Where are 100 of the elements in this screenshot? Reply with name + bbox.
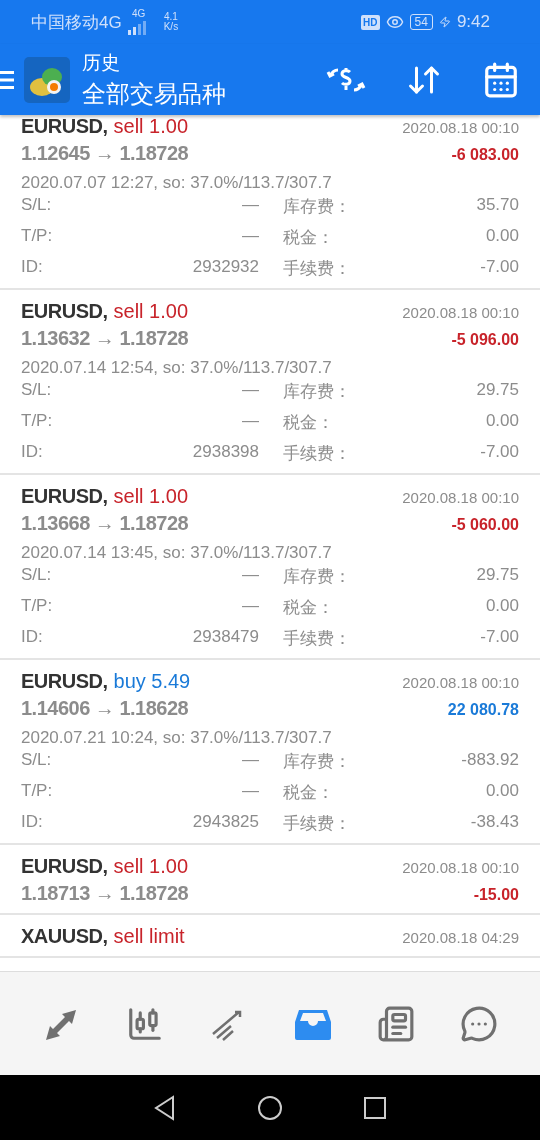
close-time: 2020.08.18 00:10 xyxy=(402,674,519,691)
detail-label: 库存费： xyxy=(283,751,351,773)
symbol-filter[interactable]: 全部交易品种 xyxy=(82,77,226,110)
chat-icon xyxy=(459,1004,498,1043)
detail-value: -883.92 xyxy=(461,750,519,771)
detail-value: 0.00 xyxy=(485,781,519,802)
detail-value: 2938398 xyxy=(192,442,259,463)
charging-icon xyxy=(438,16,451,28)
close-time: 2020.08.18 00:10 xyxy=(402,119,519,136)
detail-label: S/L: xyxy=(21,380,52,401)
detail-value: -7.00 xyxy=(480,257,519,278)
open-info: 2020.07.14 13:45, so: 37.0%/113.7/307.7 xyxy=(21,543,333,563)
detail-label: 手续费： xyxy=(283,258,351,280)
symbol-text: EURUSD, xyxy=(21,855,108,877)
detail-label: 库存费： xyxy=(283,381,351,403)
deal-type: sell 1.00 xyxy=(113,485,188,507)
detail-value: — xyxy=(242,195,259,216)
open-info: 2020.07.07 12:27, so: 37.0%/113.7/307.7 xyxy=(21,173,333,193)
detail-value: -7.00 xyxy=(480,442,519,463)
detail-value: 29.75 xyxy=(476,380,519,401)
newspaper-icon xyxy=(377,1004,416,1043)
detail-value: — xyxy=(242,750,259,771)
detail-label: ID: xyxy=(21,812,43,833)
detail-value: 0.00 xyxy=(485,411,519,432)
deal-type: sell 1.00 xyxy=(113,855,188,877)
close-time: 2020.08.18 00:10 xyxy=(402,859,519,876)
home-icon[interactable] xyxy=(257,1094,283,1121)
detail-label: 税金： xyxy=(283,597,334,619)
price-range: 1.18713 → 1.18728 xyxy=(21,882,189,905)
detail-value: — xyxy=(242,596,259,617)
detail-value: — xyxy=(242,565,259,586)
profit-value: -5 096.00 xyxy=(451,331,519,349)
detail-value: -38.43 xyxy=(470,812,519,833)
detail-value: — xyxy=(242,411,259,432)
profit-value: -15.00 xyxy=(473,886,519,904)
deal-card[interactable]: EURUSD, sell 1.00 2020.08.18 00:10 1.13668 → 1.18728 -5 060.00 2020.07.14 13:45, so: 37.0%/113.7/307.7 S/L: — 库存费： 29.75 T/P: — 税金： 0.00 ID: 2938479 手续费： -7.00 xyxy=(0,475,540,660)
open-info: 2020.07.21 10:24, so: 37.0%/113.7/307.7 xyxy=(21,728,333,748)
detail-label: T/P: xyxy=(21,226,53,247)
detail-label: T/P: xyxy=(21,596,53,617)
detail-value: — xyxy=(242,781,259,802)
logo-icon xyxy=(24,56,70,103)
detail-value: 0.00 xyxy=(485,596,519,617)
symbol-text: XAUUSD, xyxy=(21,925,108,947)
battery-level: 54 xyxy=(409,14,433,30)
detail-value: 2943825 xyxy=(192,812,259,833)
close-time: 2020.08.18 00:10 xyxy=(402,489,519,506)
price-range: 1.12645 → 1.18728 xyxy=(21,142,189,165)
detail-label: ID: xyxy=(21,257,43,278)
carrier-text: 中国移动4G xyxy=(31,11,122,34)
detail-label: S/L: xyxy=(21,195,52,216)
close-time: 2020.08.18 04:29 xyxy=(402,929,519,946)
symbol-text: EURUSD, xyxy=(21,670,108,692)
profit-value: 22 080.78 xyxy=(447,701,519,719)
deal-type: sell limit xyxy=(113,925,185,947)
screen-title: 历史 xyxy=(82,50,121,75)
open-info: 2020.07.14 12:54, so: 37.0%/113.7/307.7 xyxy=(21,358,333,378)
detail-value: 35.70 xyxy=(476,195,519,216)
calendar-icon[interactable] xyxy=(482,60,520,99)
detail-label: 库存费： xyxy=(283,196,351,218)
detail-label: S/L: xyxy=(21,750,52,771)
detail-label: 手续费： xyxy=(283,628,351,650)
detail-label: ID: xyxy=(21,627,43,648)
detail-value: — xyxy=(242,226,259,247)
deal-type: buy 5.49 xyxy=(113,670,191,692)
detail-value: — xyxy=(242,380,259,401)
profit-value: -6 083.00 xyxy=(451,146,519,164)
symbol-text: EURUSD, xyxy=(21,115,108,137)
close-time: 2020.08.18 00:10 xyxy=(402,304,519,321)
detail-label: ID: xyxy=(21,442,43,463)
price-range: 1.13668 → 1.18728 xyxy=(21,512,189,535)
deal-card[interactable]: XAUUSD, sell limit 2020.08.18 04:29 xyxy=(0,915,540,958)
symbol-text: EURUSD, xyxy=(21,485,108,507)
deal-card[interactable]: EURUSD, buy 5.49 2020.08.18 00:10 1.14606 → 1.18628 22 080.78 2020.07.21 10:24, so: 37.0%/113.7/307.7 S/L: — 库存费： -883.92 T/P: — 税金： 0.00 ID: 2943825 手续费： -38.43 xyxy=(0,660,540,845)
back-icon[interactable] xyxy=(153,1094,177,1121)
detail-value: 0.00 xyxy=(485,226,519,247)
detail-value: -7.00 xyxy=(480,627,519,648)
deal-card[interactable]: EURUSD, sell 1.00 2020.08.18 00:10 1.18713 → 1.18728 -15.00 xyxy=(0,845,540,915)
detail-value: 2938479 xyxy=(192,627,259,648)
detail-value: 29.75 xyxy=(476,565,519,586)
detail-label: 税金： xyxy=(283,782,334,804)
detail-label: 手续费： xyxy=(283,443,351,465)
deal-type: sell 1.00 xyxy=(113,115,188,137)
speed-unit-text: K/s xyxy=(163,22,179,32)
detail-label: T/P: xyxy=(21,781,53,802)
price-range: 1.14606 → 1.18628 xyxy=(21,697,189,720)
detail-value: 2932932 xyxy=(192,257,259,278)
eye-icon xyxy=(385,13,404,31)
network-text: 4G xyxy=(132,9,146,19)
detail-label: T/P: xyxy=(21,411,53,432)
detail-label: 税金： xyxy=(283,412,334,434)
deal-type: sell 1.00 xyxy=(113,300,188,322)
detail-label: S/L: xyxy=(21,565,52,586)
symbol-text: EURUSD, xyxy=(21,300,108,322)
recents-icon[interactable] xyxy=(363,1095,387,1120)
speed-text: 4.1 xyxy=(163,12,178,22)
deal-card[interactable]: EURUSD, sell 1.00 2020.08.18 00:10 1.12645 → 1.18728 -6 083.00 2020.07.07 12:27, so: 37.0%/113.7/307.7 S/L: — 库存费： 35.70 T/P: — 税金： 0.00 ID: 2932932 手续费： -7.00 xyxy=(0,115,540,290)
deal-card[interactable]: EURUSD, sell 1.00 2020.08.18 00:10 1.13632 → 1.18728 -5 096.00 2020.07.14 12:54, so: 37.0%/113.7/307.7 S/L: — 库存费： 29.75 T/P: — 税金： 0.00 ID: 2938398 手续费： -7.00 xyxy=(0,290,540,475)
detail-label: 手续费： xyxy=(283,813,351,835)
profit-value: -5 060.00 xyxy=(451,516,519,534)
price-range: 1.13632 → 1.18728 xyxy=(21,327,189,350)
